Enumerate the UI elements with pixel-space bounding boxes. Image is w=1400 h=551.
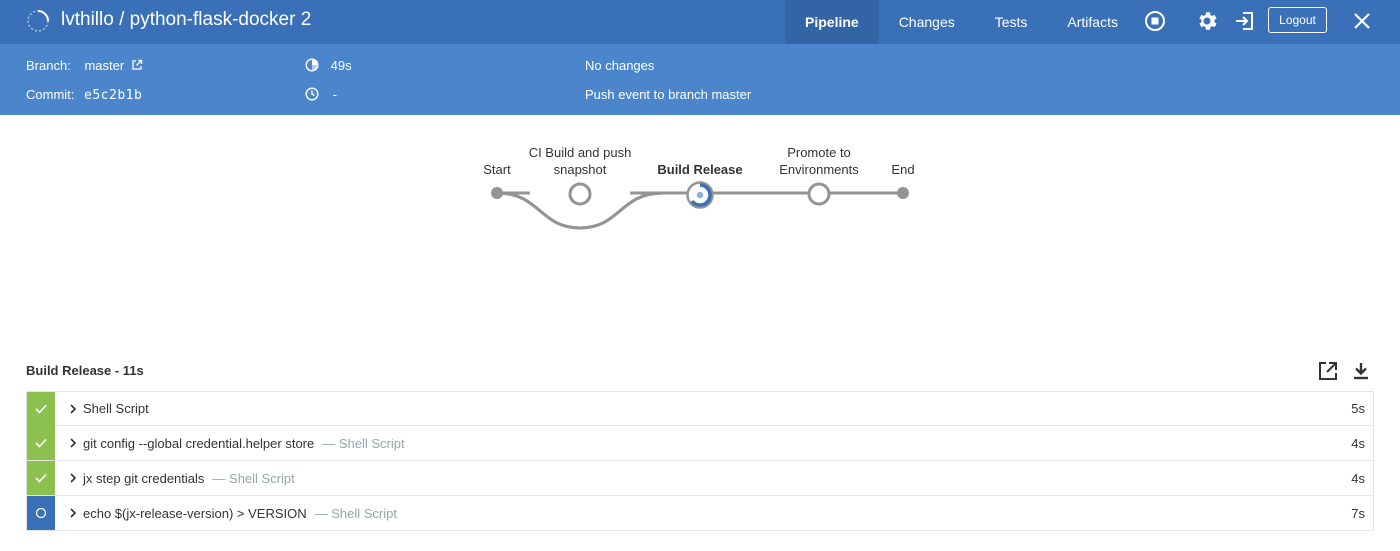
check-icon — [35, 438, 47, 448]
step-status-success — [27, 391, 55, 426]
step-row[interactable]: Shell Script 5s — [26, 391, 1374, 426]
tab-changes[interactable]: Changes — [879, 0, 975, 44]
step-duration: 4s — [1351, 470, 1365, 486]
check-icon — [35, 473, 47, 483]
stage-label-end: End — [891, 162, 915, 177]
end-node — [897, 187, 909, 199]
external-link-icon[interactable] — [131, 59, 143, 71]
chevron-right-icon[interactable] — [65, 470, 81, 486]
end-time-value: - — [332, 87, 337, 102]
stage-label-promote-line1: Promote to — [787, 145, 851, 160]
step-type: — Shell Script — [322, 435, 405, 451]
check-icon — [35, 404, 47, 414]
stop-icon[interactable] — [1143, 9, 1167, 33]
duration-info: 49s — [305, 58, 352, 73]
time-info: - — [305, 87, 337, 102]
steps-panel-title: Build Release - 11s — [26, 363, 144, 378]
stage-label-start: Start — [483, 162, 511, 177]
branch-info: Branch: master — [26, 58, 143, 73]
logout-button[interactable]: Logout — [1268, 7, 1327, 33]
tab-bar: Pipeline Changes Tests Artifacts — [785, 0, 1138, 44]
ci-build-node[interactable] — [568, 182, 592, 206]
step-name: echo $(jx-release-version) > VERSION — [83, 505, 307, 521]
pipeline-graph: Start CI Build and push snapshot Build R… — [470, 140, 940, 250]
tab-tests[interactable]: Tests — [975, 0, 1048, 44]
step-duration: 4s — [1351, 435, 1365, 451]
step-status-success — [27, 426, 55, 460]
gear-icon[interactable] — [1195, 9, 1219, 33]
step-type: — Shell Script — [212, 470, 295, 486]
stage-label-ci-build[interactable]: CI Build and push snapshot — [520, 144, 640, 178]
steps-list: Shell Script 5s git config --global cred… — [26, 391, 1374, 531]
stage-label-build-release[interactable]: Build Release — [650, 161, 750, 178]
running-icon — [35, 507, 47, 519]
duration-icon — [305, 58, 319, 72]
changes-summary: No changes — [585, 58, 655, 73]
step-name: Shell Script — [83, 401, 149, 416]
top-bar: lvthillo / python-flask-docker 2 Pipelin… — [0, 0, 1400, 44]
run-cause: Push event to branch master — [585, 87, 752, 102]
clock-icon — [305, 87, 319, 101]
duration-value: 49s — [330, 58, 352, 73]
run-info-bar: Branch: master Commit: e5c2b1b 49s - No … — [0, 44, 1400, 115]
exit-icon[interactable] — [1233, 9, 1257, 33]
stage-label-promote[interactable]: Promote to Environments — [764, 144, 874, 178]
step-row[interactable]: git config --global credential.helper st… — [26, 426, 1374, 461]
branch-link[interactable]: master — [84, 58, 124, 73]
step-status-running — [27, 496, 55, 530]
commit-info: Commit: e5c2b1b — [26, 87, 142, 103]
download-icon[interactable] — [1350, 360, 1372, 382]
chevron-right-icon[interactable] — [65, 435, 81, 451]
step-type: — Shell Script — [314, 505, 397, 521]
step-row[interactable]: jx step git credentials — Shell Script 4… — [26, 461, 1374, 496]
chevron-right-icon[interactable] — [65, 401, 81, 417]
step-status-success — [27, 461, 55, 495]
pipeline-title[interactable]: lvthillo / python-flask-docker 2 — [61, 9, 311, 31]
open-in-new-icon[interactable] — [1317, 360, 1339, 382]
step-name: git config --global credential.helper st… — [83, 435, 315, 451]
commit-hash[interactable]: e5c2b1b — [84, 88, 142, 103]
build-release-node[interactable] — [686, 181, 714, 209]
branch-label: Branch: — [26, 58, 71, 73]
step-name: jx step git credentials — [83, 470, 205, 486]
step-row[interactable]: echo $(jx-release-version) > VERSION — S… — [26, 496, 1374, 531]
stage-label-ci-build-line1: CI Build and push — [528, 145, 632, 160]
step-duration: 7s — [1351, 505, 1365, 521]
step-duration: 5s — [1351, 401, 1365, 416]
stage-label-promote-line2: Environments — [779, 162, 859, 177]
start-node — [491, 187, 503, 199]
promote-node[interactable] — [807, 182, 831, 206]
commit-label: Commit: — [26, 87, 75, 102]
tab-artifacts[interactable]: Artifacts — [1047, 0, 1138, 44]
tab-pipeline[interactable]: Pipeline — [785, 0, 879, 44]
running-spinner-icon — [27, 10, 49, 32]
stage-label-ci-build-line2: snapshot — [553, 162, 607, 177]
chevron-right-icon[interactable] — [65, 505, 81, 521]
close-icon[interactable] — [1350, 9, 1374, 33]
